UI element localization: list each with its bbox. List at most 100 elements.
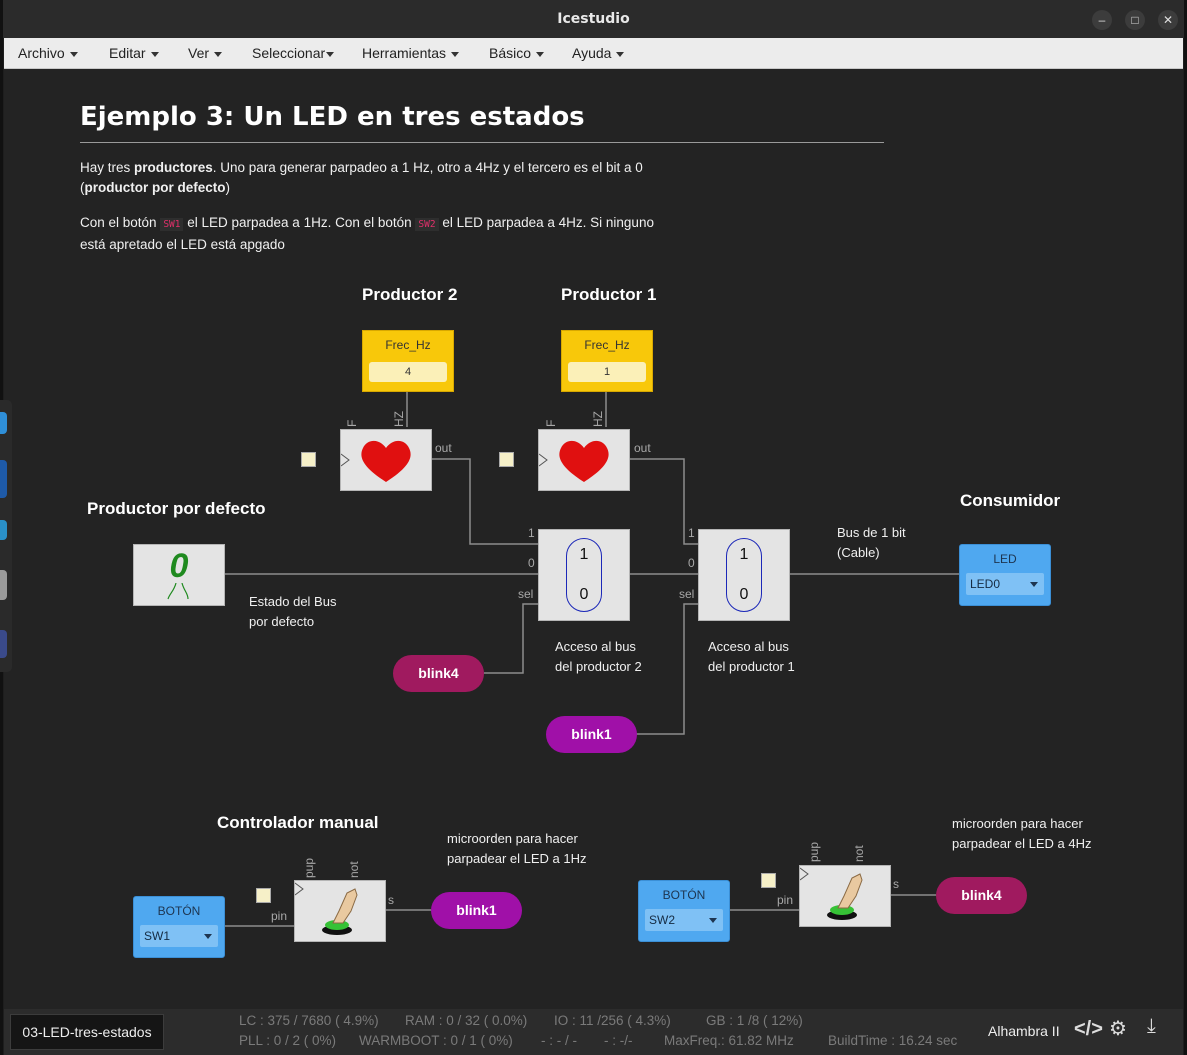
heading-productor-1: Productor 1 <box>561 285 657 304</box>
port-label-not: not <box>347 861 361 878</box>
file-tab[interactable]: 03-LED-tres-estados <box>10 1014 164 1050</box>
mux-block-productor-1[interactable]: 1 0 <box>698 529 790 621</box>
mux-input-1-label: 1 <box>579 546 589 563</box>
code-icon[interactable]: </> <box>1074 1018 1103 1041</box>
legs-icon <box>167 583 189 600</box>
menu-herramientas[interactable]: Herramientas <box>362 45 460 61</box>
clock-input-marker <box>256 888 271 903</box>
port-label-f: F <box>544 419 558 427</box>
pushbutton-block-2[interactable] <box>799 865 891 927</box>
button-input-block-sw2[interactable]: BOTÓN SW2 <box>638 880 730 942</box>
port-label-pin: pin <box>271 909 288 923</box>
minimize-icon[interactable]: – <box>1092 10 1112 30</box>
pushbutton-block-1[interactable] <box>294 880 386 942</box>
heading-productor-defecto: Productor por defecto <box>87 499 266 518</box>
stat-lc: LC : 375 / 7680 ( 4.9%) <box>239 1013 379 1028</box>
stat-buildtime: BuildTime : 16.24 sec <box>828 1033 958 1048</box>
dock-item[interactable] <box>0 412 7 434</box>
chevron-down-icon <box>709 918 717 923</box>
heart-icon <box>538 440 609 482</box>
constant-value-field[interactable]: 4 <box>369 362 447 382</box>
stat-gb: GB : 1 /8 ( 12%) <box>706 1013 803 1028</box>
menu-label: Seleccionar <box>252 45 326 61</box>
close-icon[interactable]: ✕ <box>1158 10 1178 30</box>
clock-input-marker <box>499 452 514 467</box>
text: ) <box>225 180 231 195</box>
note-microorden-1-1: microorden para hacer <box>447 831 578 846</box>
port-label-f: F <box>345 419 359 427</box>
text-bold: productores <box>134 160 213 175</box>
heart-blink-block-1hz[interactable] <box>538 429 630 491</box>
note-microorden-4-2: parpadear el LED a 4Hz <box>952 836 1092 851</box>
menu-archivo[interactable]: Archivo <box>18 45 78 61</box>
note-acceso-1-2: del productor 1 <box>708 659 795 674</box>
port-label-0: 0 <box>688 556 695 570</box>
chevron-down-icon <box>214 51 223 57</box>
menu-label: Herramientas <box>362 45 447 61</box>
window-titlebar: Icestudio – □ ✕ <box>0 0 1187 38</box>
button-input-block-sw1[interactable]: BOTÓN SW1 <box>133 896 225 958</box>
menu-basico[interactable]: Básico <box>489 45 545 61</box>
window-title: Icestudio <box>557 11 630 27</box>
default-producer-block[interactable]: 0 <box>133 544 225 606</box>
menu-label: Ver <box>188 45 210 61</box>
heart-blink-block-4hz[interactable] <box>340 429 432 491</box>
note-estado-bus-2: por defecto <box>249 614 315 629</box>
doc-title-rule <box>80 142 884 143</box>
menu-label: Editar <box>109 45 146 61</box>
led-pin-select[interactable]: LED0 <box>966 573 1044 595</box>
menu-label: Básico <box>489 45 532 61</box>
mux-block-productor-2[interactable]: 1 0 <box>538 529 630 621</box>
menu-ver[interactable]: Ver <box>188 45 223 61</box>
design-canvas[interactable]: Ejemplo 3: Un LED en tres estados Hay tr… <box>4 69 1183 1009</box>
io-label: BOTÓN <box>157 904 201 918</box>
text: el LED parpadea a 4Hz. Si ninguno <box>438 215 654 230</box>
port-label-0: 0 <box>528 556 535 570</box>
side-dock <box>0 400 12 672</box>
port-label-s: s <box>388 893 394 907</box>
button-pin-select[interactable]: SW2 <box>645 909 723 931</box>
button-pin-select[interactable]: SW1 <box>140 925 218 947</box>
label-blink4[interactable]: blink4 <box>393 655 484 692</box>
select-value: LED0 <box>970 577 1001 591</box>
led-output-block[interactable]: LED LED0 <box>959 544 1051 606</box>
dock-item[interactable] <box>0 520 7 540</box>
dock-item[interactable] <box>0 570 7 600</box>
stat-ram: RAM : 0 / 32 ( 0.0%) <box>405 1013 528 1028</box>
note-microorden-1-2: parpadear el LED a 1Hz <box>447 851 587 866</box>
stat-pll: PLL : 0 / 2 ( 0%) <box>239 1033 337 1048</box>
inline-code: SW2 <box>415 218 439 231</box>
dock-item[interactable] <box>0 460 7 498</box>
note-acceso-2-1: Acceso al bus <box>555 639 636 654</box>
text-bold: productor por defecto <box>84 180 226 195</box>
settings-code-icon[interactable]: ⚙ <box>1109 1016 1127 1041</box>
menu-ayuda[interactable]: Ayuda <box>572 45 625 61</box>
board-name[interactable]: Alhambra II <box>988 1023 1060 1039</box>
constant-value-field[interactable]: 1 <box>568 362 646 382</box>
menu-seleccionar[interactable]: Seleccionar <box>252 45 335 61</box>
download-icon[interactable]: ⤓ <box>1147 1015 1156 1038</box>
menu-editar[interactable]: Editar <box>109 45 159 61</box>
doc-paragraph-1: Hay tres productores. Uno para generar p… <box>80 158 700 198</box>
chevron-down-icon <box>616 51 625 57</box>
chevron-down-icon <box>1030 582 1038 587</box>
port-label-sel: sel <box>679 587 695 601</box>
label-blink1-output[interactable]: blink1 <box>431 892 522 929</box>
heart-icon <box>340 440 411 482</box>
label-blink1[interactable]: blink1 <box>546 716 637 753</box>
constant-label: Frec_Hz <box>584 338 630 352</box>
constant-frec-hz-1[interactable]: Frec_Hz 1 <box>561 330 653 392</box>
wire <box>636 603 698 735</box>
stat-io: IO : 11 /256 ( 4.3%) <box>554 1013 671 1028</box>
dock-item[interactable] <box>0 630 7 658</box>
port-label-pup: pup <box>807 841 821 862</box>
maximize-icon[interactable]: □ <box>1125 10 1145 30</box>
constant-frec-hz-4[interactable]: Frec_Hz 4 <box>362 330 454 392</box>
doc-paragraph-2: Con el botón SW1 el LED parpadea a 1Hz. … <box>80 213 700 255</box>
note-acceso-1-1: Acceso al bus <box>708 639 789 654</box>
mux-input-1-label: 1 <box>739 546 749 563</box>
port-label-pup: pup <box>302 857 316 878</box>
stat-maxfreq: MaxFreq.: 61.82 MHz <box>664 1033 794 1048</box>
label-blink4-output[interactable]: blink4 <box>936 877 1027 914</box>
port-label-1: 1 <box>528 526 535 540</box>
